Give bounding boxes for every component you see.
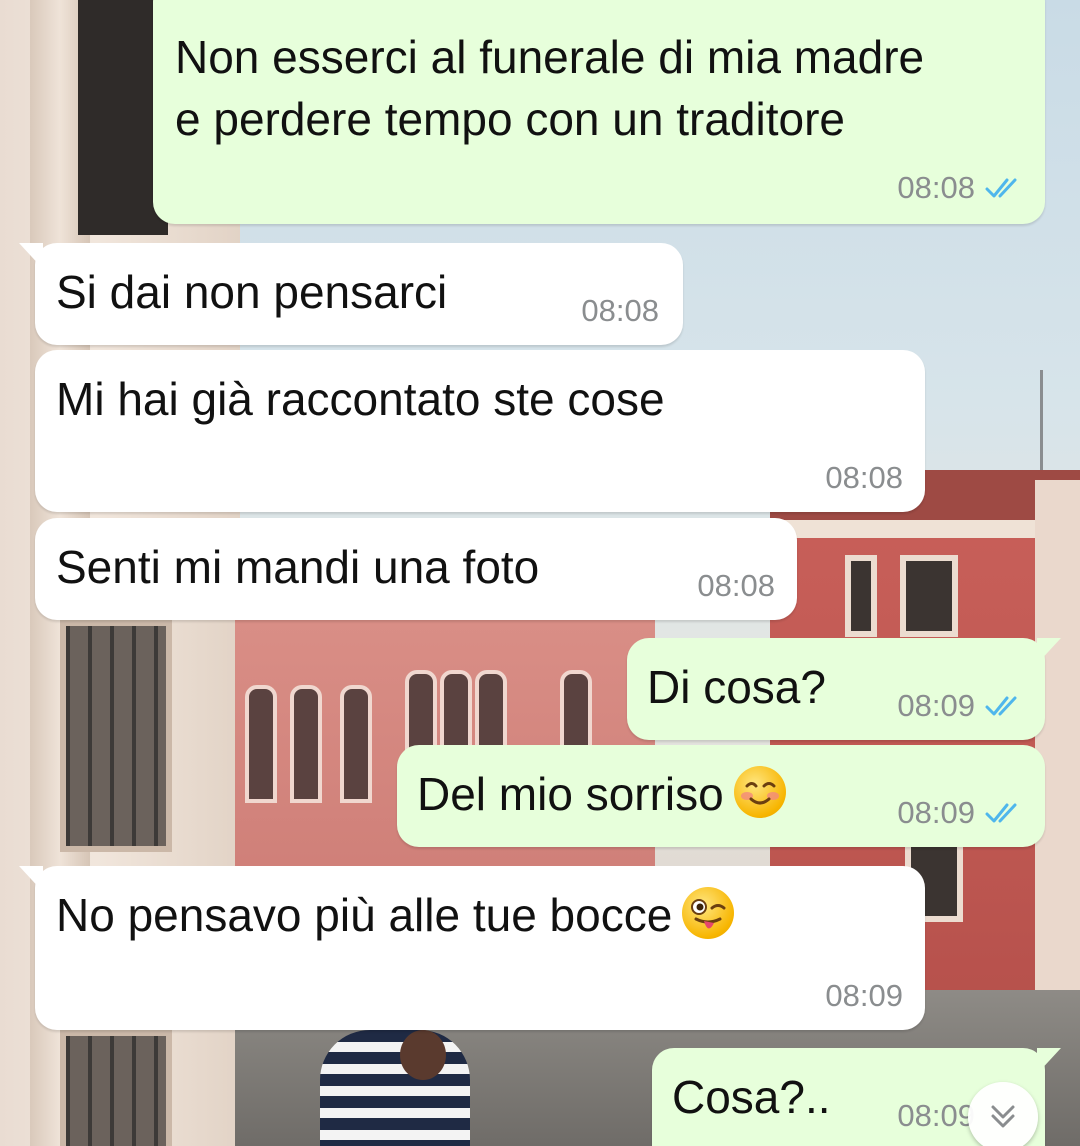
message-meta: 08:09 xyxy=(897,795,1025,831)
message-text: Cosa?.. xyxy=(672,1071,831,1123)
message-time: 08:08 xyxy=(897,170,975,205)
message-meta: 08:09 xyxy=(897,688,1025,724)
wallpaper-gondolier xyxy=(320,1030,470,1146)
message-text: Si dai non pensarci xyxy=(56,266,448,318)
message-meta: 08:08 xyxy=(897,170,1025,206)
message-time: 08:09 xyxy=(897,688,975,723)
message-meta: 08:08 xyxy=(581,293,659,329)
message-bubble-incoming[interactable]: Si dai non pensarci 08:08 xyxy=(19,243,683,345)
read-double-check-icon xyxy=(985,696,1017,716)
message-time: 08:09 xyxy=(897,795,975,830)
message-bubble-incoming[interactable]: Mi hai già raccontato ste cose 08:08 xyxy=(35,350,925,512)
scroll-to-bottom-button[interactable] xyxy=(968,1082,1038,1146)
message-bubble-outgoing[interactable]: Del mio sorriso 08:09 xyxy=(397,745,1045,847)
message-time: 08:09 xyxy=(897,1098,975,1133)
wallpaper-gondolier-head xyxy=(400,1030,446,1080)
message-meta: 08:08 xyxy=(697,568,775,604)
message-text: Mi hai già raccontato ste cose xyxy=(56,373,665,425)
message-time: 08:08 xyxy=(581,293,659,328)
message-time: 08:08 xyxy=(697,568,775,603)
message-text-row: No pensavo più alle tue bocce xyxy=(56,884,735,946)
wallpaper-window xyxy=(845,555,877,637)
winking-tongue-emoji xyxy=(682,887,735,939)
message-meta: 08:09 xyxy=(897,1098,975,1134)
read-double-check-icon xyxy=(985,178,1017,198)
message-time: 08:08 xyxy=(825,460,903,495)
wallpaper-antenna xyxy=(1040,370,1043,470)
message-bubble-incoming[interactable]: Senti mi mandi una foto 08:08 xyxy=(35,518,797,620)
wallpaper-cornice xyxy=(770,520,1080,538)
message-bubble-outgoing[interactable]: Non esserci al funerale di mia madre e p… xyxy=(153,0,1061,224)
wallpaper-window xyxy=(60,620,172,852)
wallpaper-arch xyxy=(340,685,372,803)
message-time: 08:09 xyxy=(825,978,903,1013)
message-meta: 08:08 xyxy=(825,460,903,496)
wallpaper-window xyxy=(900,555,958,637)
message-text-row: Del mio sorriso xyxy=(417,763,786,825)
message-text: No pensavo più alle tue bocce xyxy=(56,889,673,941)
message-bubble-outgoing[interactable]: Di cosa? 08:09 xyxy=(627,638,1061,740)
wallpaper-arch xyxy=(290,685,322,803)
wallpaper-window xyxy=(60,1030,172,1146)
message-text: Del mio sorriso xyxy=(417,768,724,820)
message-text: e perdere tempo con un traditore xyxy=(175,93,845,145)
message-text: Di cosa? xyxy=(647,661,826,713)
message-text: Senti mi mandi una foto xyxy=(56,541,540,593)
message-bubble-incoming[interactable]: No pensavo più alle tue bocce 08:09 xyxy=(19,866,925,1030)
chat-screen: Non esserci al funerale di mia madre e p… xyxy=(0,0,1080,1146)
read-double-check-icon xyxy=(985,803,1017,823)
double-chevron-down-icon xyxy=(991,1105,1015,1128)
smiling-face-emoji xyxy=(733,766,786,818)
wallpaper-arch xyxy=(245,685,277,803)
message-meta: 08:09 xyxy=(825,978,903,1014)
message-text: Non esserci al funerale di mia madre xyxy=(175,31,925,83)
